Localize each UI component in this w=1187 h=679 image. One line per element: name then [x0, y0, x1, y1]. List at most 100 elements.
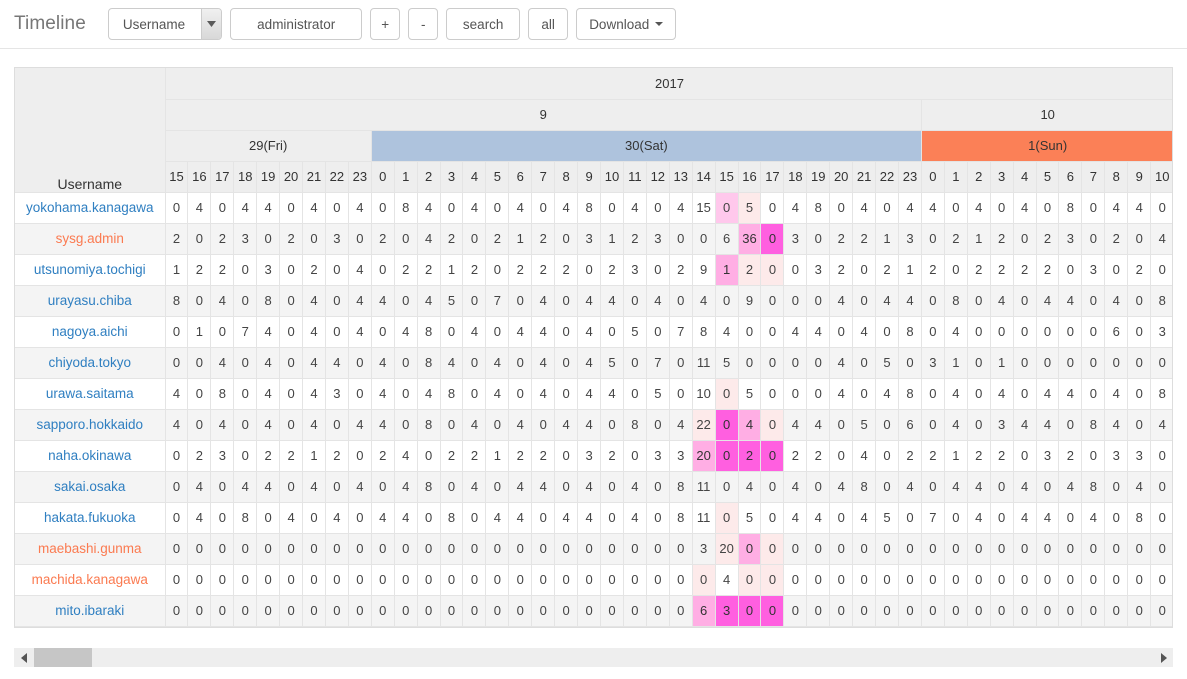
activity-cell[interactable]: 0: [1127, 285, 1152, 317]
activity-cell[interactable]: 6: [715, 223, 739, 255]
activity-cell[interactable]: 0: [852, 378, 877, 410]
activity-cell[interactable]: 8: [256, 285, 281, 317]
activity-cell[interactable]: 2: [371, 440, 395, 472]
activity-cell[interactable]: 4: [967, 192, 991, 224]
activity-cell[interactable]: 4: [233, 192, 258, 224]
activity-cell[interactable]: 4: [440, 347, 464, 379]
activity-cell[interactable]: 20: [692, 440, 716, 472]
activity-cell[interactable]: 8: [417, 347, 441, 379]
activity-cell[interactable]: 0: [852, 254, 877, 286]
activity-cell[interactable]: 0: [921, 471, 945, 503]
activity-cell[interactable]: 0: [279, 254, 304, 286]
activity-cell[interactable]: 0: [1150, 533, 1172, 565]
activity-cell[interactable]: 10: [692, 378, 716, 410]
activity-cell[interactable]: 0: [875, 533, 899, 565]
activity-cell[interactable]: 0: [1081, 316, 1106, 348]
activity-cell[interactable]: 2: [1104, 223, 1129, 255]
activity-cell[interactable]: 0: [394, 595, 418, 627]
activity-cell[interactable]: 0: [508, 378, 533, 410]
activity-cell[interactable]: 0: [187, 378, 212, 410]
activity-cell[interactable]: 0: [279, 564, 304, 596]
activity-cell[interactable]: 4: [417, 285, 441, 317]
activity-cell[interactable]: 8: [669, 471, 693, 503]
activity-cell[interactable]: 4: [944, 378, 968, 410]
activity-cell[interactable]: 0: [806, 378, 831, 410]
activity-cell[interactable]: 0: [760, 223, 785, 255]
activity-cell[interactable]: 4: [852, 440, 877, 472]
activity-cell[interactable]: 0: [417, 502, 441, 534]
activity-cell[interactable]: 0: [921, 223, 945, 255]
activity-cell[interactable]: 2: [440, 223, 464, 255]
activity-cell[interactable]: 0: [1013, 564, 1037, 596]
activity-cell[interactable]: 0: [325, 316, 349, 348]
activity-cell[interactable]: 0: [829, 564, 854, 596]
activity-cell[interactable]: 0: [440, 409, 464, 441]
activity-cell[interactable]: 2: [875, 254, 899, 286]
activity-cell[interactable]: 3: [1036, 440, 1060, 472]
activity-cell[interactable]: 8: [1081, 471, 1106, 503]
activity-cell[interactable]: 0: [1127, 409, 1152, 441]
activity-cell[interactable]: 2: [531, 254, 556, 286]
activity-cell[interactable]: 8: [898, 378, 922, 410]
activity-cell[interactable]: 4: [1058, 285, 1083, 317]
activity-cell[interactable]: 0: [554, 564, 579, 596]
activity-cell[interactable]: 4: [485, 347, 510, 379]
activity-cell[interactable]: 0: [210, 595, 235, 627]
activity-cell[interactable]: 4: [417, 192, 441, 224]
activity-cell[interactable]: 0: [806, 223, 831, 255]
activity-cell[interactable]: 2: [1058, 440, 1083, 472]
activity-cell[interactable]: 4: [669, 409, 693, 441]
activity-cell[interactable]: 0: [875, 192, 899, 224]
activity-cell[interactable]: 0: [875, 595, 899, 627]
activity-cell[interactable]: 0: [279, 471, 304, 503]
activity-cell[interactable]: 4: [967, 502, 991, 534]
activity-cell[interactable]: 0: [508, 347, 533, 379]
activity-cell[interactable]: 0: [440, 533, 464, 565]
activity-cell[interactable]: 0: [256, 595, 281, 627]
activity-cell[interactable]: 4: [371, 378, 395, 410]
activity-cell[interactable]: 2: [1036, 223, 1060, 255]
activity-cell[interactable]: 0: [806, 347, 831, 379]
activity-cell[interactable]: 0: [829, 409, 854, 441]
activity-cell[interactable]: 1: [508, 223, 533, 255]
activity-cell[interactable]: 4: [829, 471, 854, 503]
activity-cell[interactable]: 1: [944, 440, 968, 472]
activity-cell[interactable]: 0: [554, 285, 579, 317]
activity-cell[interactable]: 5: [600, 347, 624, 379]
activity-cell[interactable]: 0: [325, 409, 349, 441]
activity-cell[interactable]: 0: [738, 347, 762, 379]
activity-cell[interactable]: 0: [1058, 564, 1083, 596]
activity-cell[interactable]: 4: [348, 316, 372, 348]
activity-cell[interactable]: 1: [302, 440, 326, 472]
activity-cell[interactable]: 4: [738, 471, 762, 503]
activity-cell[interactable]: 4: [577, 471, 602, 503]
activity-cell[interactable]: 0: [462, 378, 487, 410]
activity-cell[interactable]: 3: [233, 223, 258, 255]
activity-cell[interactable]: 4: [256, 192, 281, 224]
activity-cell[interactable]: 0: [233, 409, 258, 441]
activity-cell[interactable]: 2: [783, 440, 808, 472]
activity-cell[interactable]: 0: [485, 316, 510, 348]
activity-cell[interactable]: 4: [554, 192, 579, 224]
activity-cell[interactable]: 8: [233, 502, 258, 534]
activity-cell[interactable]: 4: [302, 285, 326, 317]
activity-cell[interactable]: 15: [692, 192, 716, 224]
activity-cell[interactable]: 0: [577, 254, 602, 286]
activity-cell[interactable]: 8: [165, 285, 189, 317]
activity-cell[interactable]: 0: [760, 285, 785, 317]
activity-cell[interactable]: 0: [852, 533, 877, 565]
activity-cell[interactable]: 0: [256, 564, 281, 596]
activity-cell[interactable]: 0: [233, 254, 258, 286]
activity-cell[interactable]: 4: [1013, 471, 1037, 503]
activity-cell[interactable]: 0: [165, 471, 189, 503]
activity-cell[interactable]: 0: [692, 223, 716, 255]
activity-cell[interactable]: 0: [760, 409, 785, 441]
activity-cell[interactable]: 0: [944, 564, 968, 596]
activity-cell[interactable]: 2: [1036, 254, 1060, 286]
activity-cell[interactable]: 5: [875, 347, 899, 379]
activity-cell[interactable]: 0: [1036, 564, 1060, 596]
activity-cell[interactable]: 4: [577, 347, 602, 379]
activity-cell[interactable]: 4: [738, 409, 762, 441]
activity-cell[interactable]: 0: [806, 533, 831, 565]
activity-cell[interactable]: 0: [600, 595, 624, 627]
